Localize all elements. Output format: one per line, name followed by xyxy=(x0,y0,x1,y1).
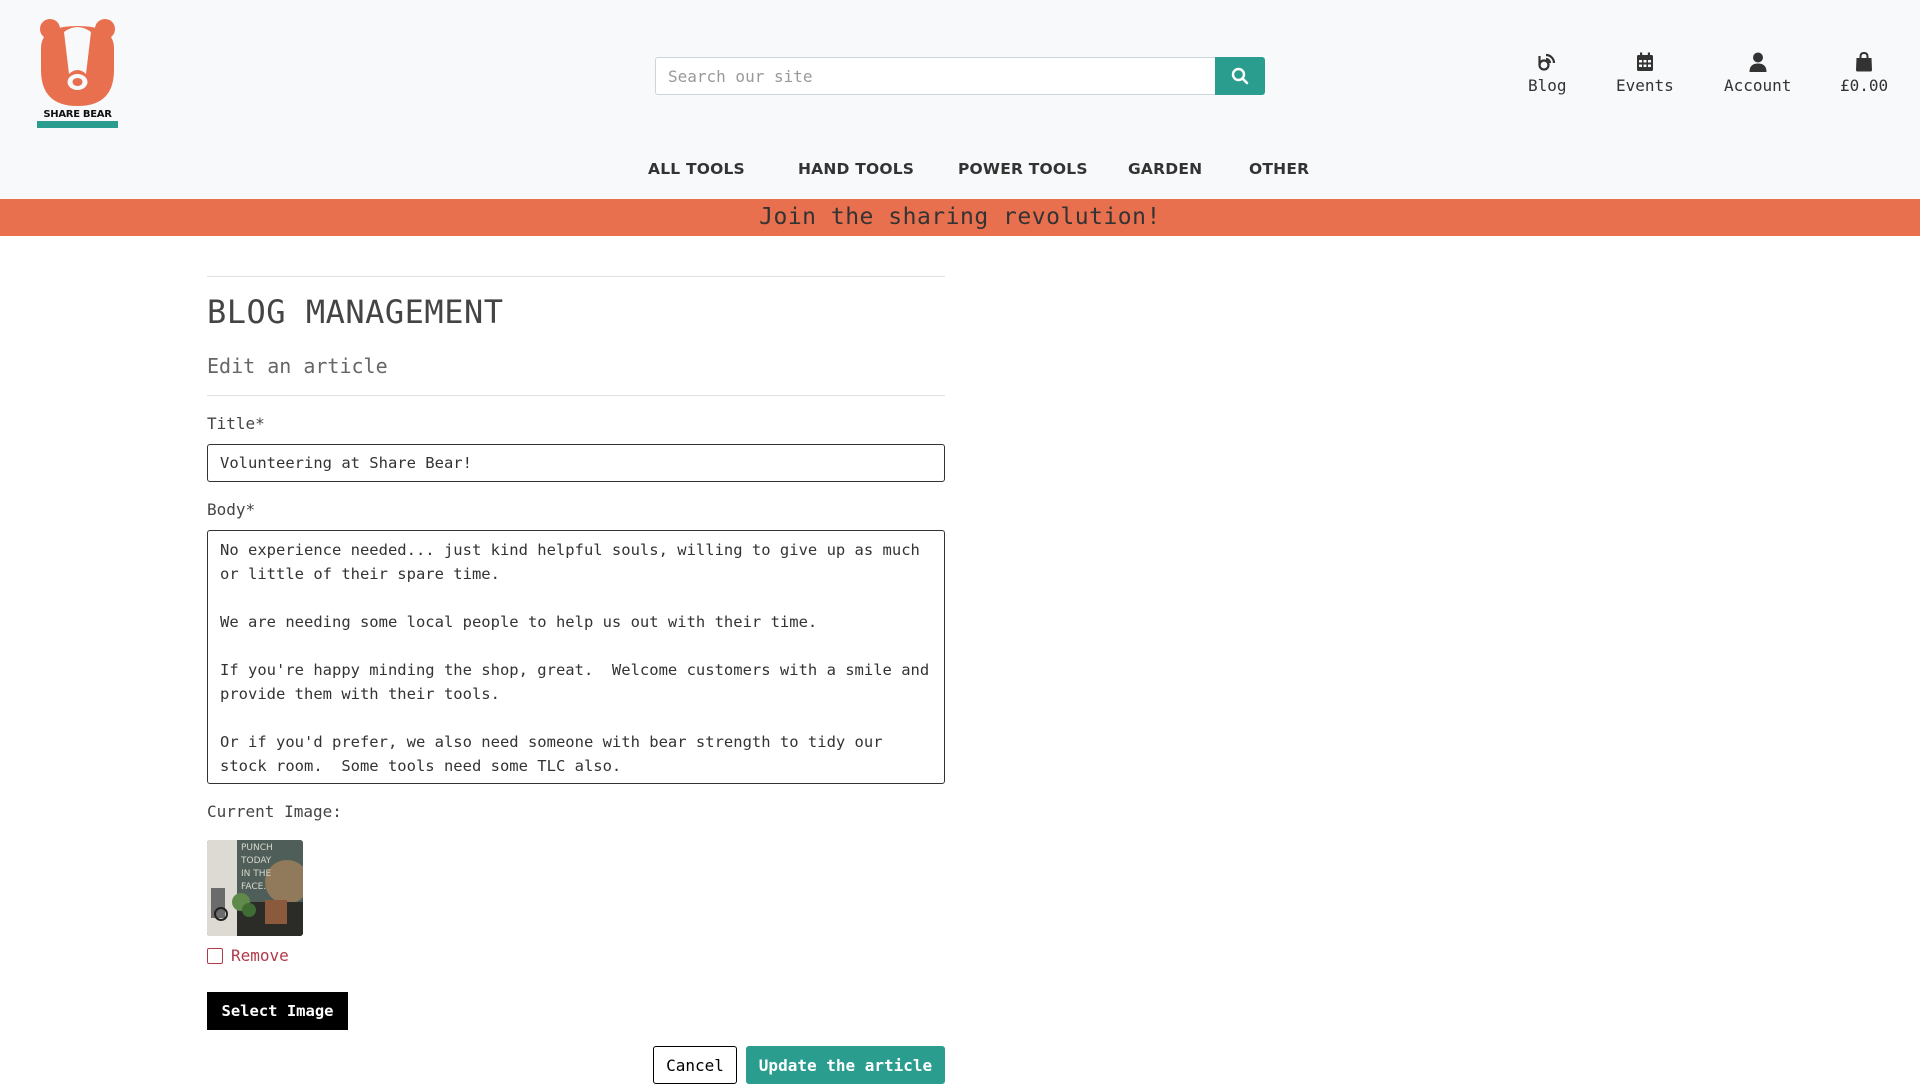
nav-account-label: Account xyxy=(1724,76,1792,95)
share-bear-logo[interactable]: SHARE BEAR xyxy=(36,18,119,128)
search-icon xyxy=(1231,67,1249,85)
update-article-button[interactable]: Update the article xyxy=(746,1046,945,1084)
page-subtitle: Edit an article xyxy=(207,354,388,378)
divider-form xyxy=(207,395,945,396)
remove-image-label: Remove xyxy=(231,946,289,965)
category-power-tools[interactable]: POWER TOOLS xyxy=(958,160,1088,178)
svg-text:TODAY: TODAY xyxy=(240,856,272,866)
shopping-bag-icon xyxy=(1856,52,1873,72)
logo-name: SHARE BEAR xyxy=(43,109,112,120)
current-image-label: Current Image: xyxy=(207,802,342,821)
category-hand-tools[interactable]: HAND TOOLS xyxy=(798,160,914,178)
category-other[interactable]: OTHER xyxy=(1249,160,1309,178)
remove-image-row[interactable]: Remove xyxy=(207,946,289,965)
nav-blog-label: Blog xyxy=(1528,76,1567,95)
body-label: Body* xyxy=(207,500,256,519)
cancel-button[interactable]: Cancel xyxy=(653,1046,737,1084)
divider-top xyxy=(207,276,945,277)
svg-text:PUNCH: PUNCH xyxy=(241,843,273,853)
logo-tagline xyxy=(37,121,118,128)
nav-account[interactable]: Account xyxy=(1724,50,1791,95)
search-input[interactable] xyxy=(655,57,1215,95)
site-header: SHARE BEAR Blog xyxy=(0,0,1920,199)
category-all-tools[interactable]: ALL TOOLS xyxy=(648,160,745,178)
category-garden[interactable]: GARDEN xyxy=(1128,160,1202,178)
nav-events[interactable]: Events xyxy=(1616,50,1674,95)
nav-blog[interactable]: Blog xyxy=(1528,50,1567,95)
current-image-thumbnail: PUNCH TODAY IN THE FACE. xyxy=(207,840,303,936)
svg-text:IN THE: IN THE xyxy=(241,869,272,879)
search-button[interactable] xyxy=(1215,57,1265,95)
search-form xyxy=(655,57,1265,95)
promo-banner: Join the sharing revolution! xyxy=(0,199,1920,236)
remove-image-checkbox[interactable] xyxy=(207,947,223,964)
title-field[interactable] xyxy=(207,444,945,482)
page-title: BLOG MANAGEMENT xyxy=(207,293,504,331)
blog-icon xyxy=(1538,53,1556,71)
body-field[interactable]: No experience needed... just kind helpfu… xyxy=(207,530,945,784)
nav-events-label: Events xyxy=(1616,76,1674,95)
nav-bag-total: £0.00 xyxy=(1840,76,1889,95)
category-nav: ALL TOOLS HAND TOOLS POWER TOOLS GARDEN … xyxy=(0,160,1920,182)
nav-shopping-bag[interactable]: £0.00 xyxy=(1840,50,1888,95)
title-label: Title* xyxy=(207,414,265,433)
user-icon xyxy=(1749,52,1767,72)
select-image-button[interactable]: Select Image xyxy=(207,992,348,1030)
calendar-icon xyxy=(1636,52,1653,71)
bear-icon xyxy=(40,19,115,106)
svg-text:FACE.: FACE. xyxy=(241,882,266,892)
article-image: PUNCH TODAY IN THE FACE. xyxy=(207,840,303,936)
